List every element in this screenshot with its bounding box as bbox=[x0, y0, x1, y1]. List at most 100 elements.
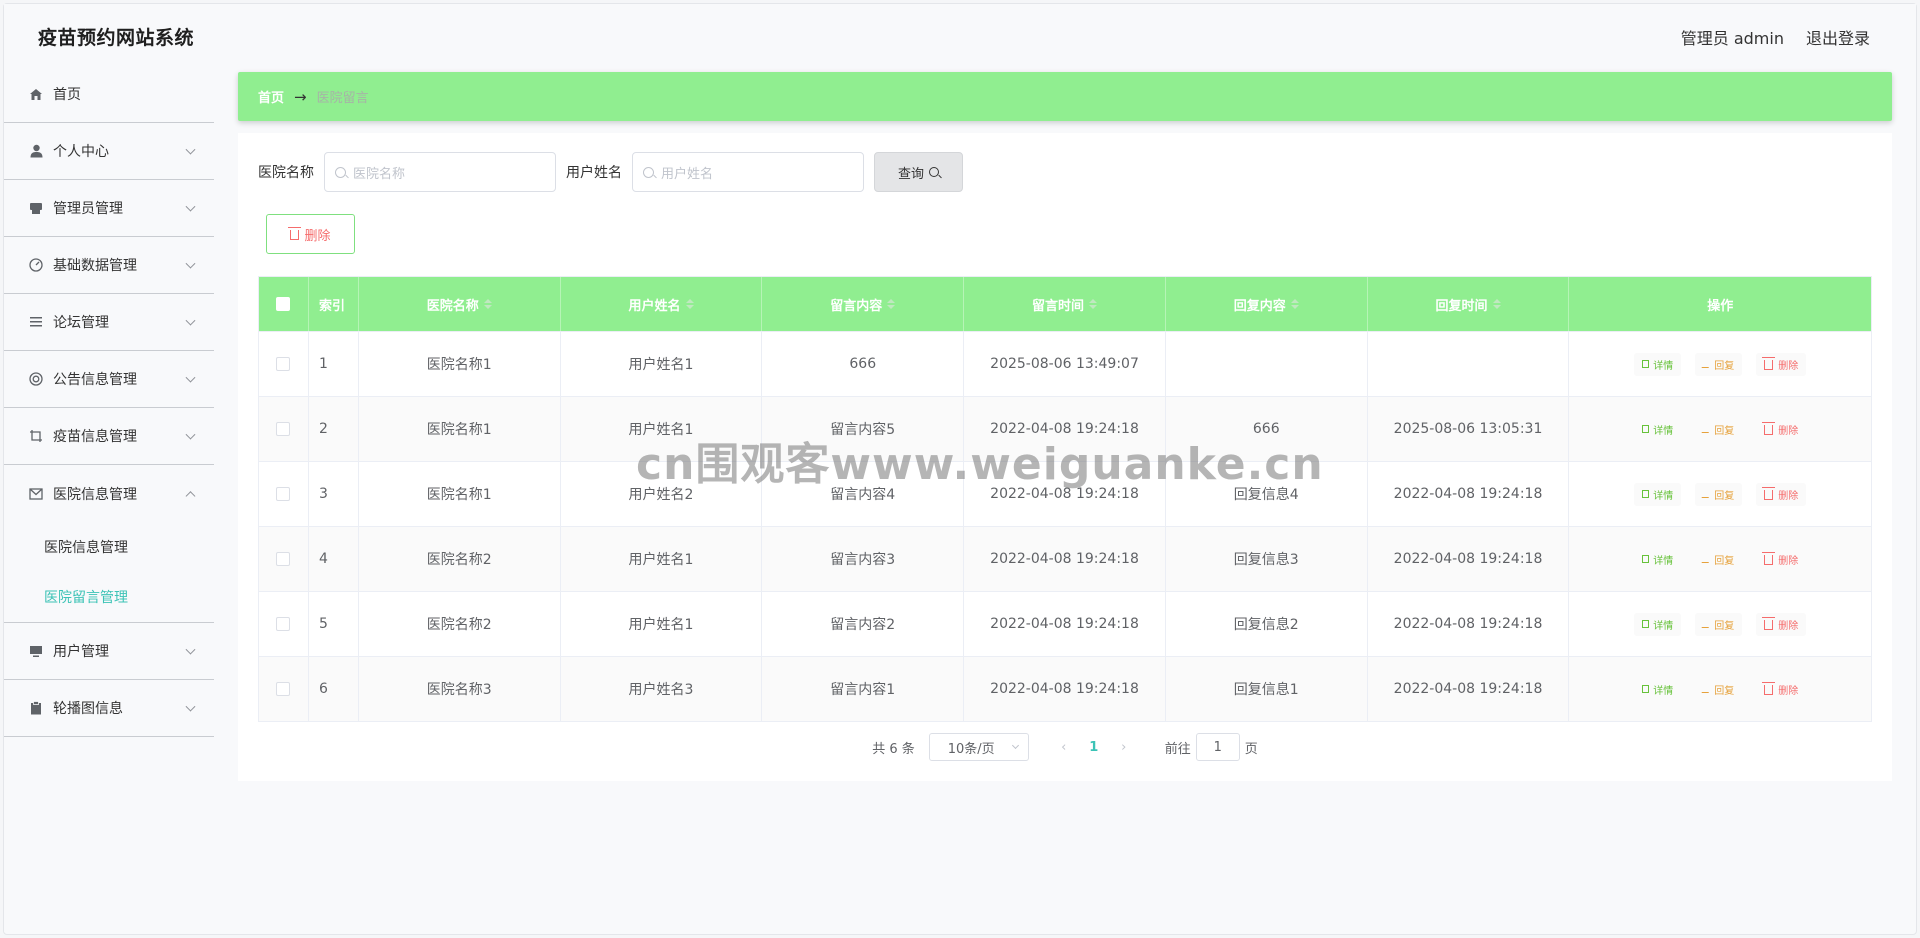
cell-index: 2 bbox=[309, 397, 359, 461]
sidebar-item-carousel[interactable]: 轮播图信息 bbox=[4, 680, 214, 737]
breadcrumb-current: 医院留言 bbox=[316, 91, 369, 106]
column-header[interactable]: 回复时间 bbox=[1368, 277, 1570, 331]
column-header[interactable]: 留言时间 bbox=[964, 277, 1166, 331]
gauge-icon bbox=[28, 257, 44, 273]
sidebar-item-announcement[interactable]: 公告信息管理 bbox=[4, 351, 214, 408]
main-panel: 医院名称 医院名称 用户姓名 用户姓名 查询 删除 索引 医院名称 用户姓名 留… bbox=[238, 133, 1892, 781]
hospital-name-input[interactable]: 医院名称 bbox=[324, 152, 556, 192]
sidebar-subitem-hospital-info[interactable]: 医院信息管理 bbox=[4, 522, 214, 572]
row-checkbox-cell bbox=[259, 462, 309, 526]
select-all-cell bbox=[259, 277, 309, 331]
prev-page-button[interactable]: ‹ bbox=[1049, 740, 1079, 755]
sidebar-item-admin-management[interactable]: 管理员管理 bbox=[4, 180, 214, 237]
cell-reply: 回复信息1 bbox=[1166, 657, 1368, 721]
sidebar-item-home[interactable]: 首页 bbox=[4, 66, 214, 123]
user-name-input[interactable]: 用户姓名 bbox=[632, 152, 864, 192]
column-header[interactable]: 医院名称 bbox=[359, 277, 561, 331]
current-user-label[interactable]: 管理员 admin bbox=[1681, 25, 1784, 49]
sidebar-item-forum[interactable]: 论坛管理 bbox=[4, 294, 214, 351]
detail-button[interactable]: 详情 bbox=[1634, 482, 1682, 506]
sidebar-item-users[interactable]: 用户管理 bbox=[4, 623, 214, 680]
cell-index: 3 bbox=[309, 462, 359, 526]
column-header-label: 留言时间 bbox=[1032, 298, 1085, 314]
reply-label: 回复 bbox=[1714, 620, 1735, 632]
breadcrumb-home[interactable]: 首页 bbox=[258, 87, 284, 106]
sidebar-subitem-hospital-messages[interactable]: 医院留言管理 bbox=[4, 572, 214, 622]
cell-time: 2022-04-08 19:24:18 bbox=[964, 462, 1166, 526]
cell-user: 用户姓名3 bbox=[561, 657, 763, 721]
cell-reply-time: 2025-08-06 13:05:31 bbox=[1368, 397, 1570, 461]
reply-button[interactable]: 回复 bbox=[1695, 677, 1743, 701]
cell-user: 用户姓名2 bbox=[561, 462, 763, 526]
reply-button[interactable]: 回复 bbox=[1695, 547, 1743, 571]
sidebar-item-label: 医院信息管理 bbox=[53, 486, 137, 503]
cell-user: 用户姓名1 bbox=[561, 592, 763, 656]
cell-reply-time: 2022-04-08 19:24:18 bbox=[1368, 527, 1570, 591]
reply-button[interactable]: 回复 bbox=[1695, 612, 1743, 636]
page-number-current[interactable]: 1 bbox=[1079, 740, 1109, 755]
batch-delete-button[interactable]: 删除 bbox=[266, 214, 355, 254]
detail-button[interactable]: 详情 bbox=[1634, 612, 1682, 636]
delete-button[interactable]: 删除 bbox=[1756, 547, 1807, 571]
sidebar-item-hospital-info[interactable]: 医院信息管理 bbox=[4, 465, 214, 522]
table-row: 3 医院名称1 用户姓名2 留言内容4 2022-04-08 19:24:18 回复信息4… bbox=[259, 461, 1871, 526]
monitor-icon bbox=[28, 643, 44, 659]
row-checkbox-cell bbox=[259, 657, 309, 721]
cell-reply-time bbox=[1368, 332, 1570, 396]
row-checkbox[interactable] bbox=[276, 357, 291, 371]
hospital-name-placeholder: 医院名称 bbox=[353, 166, 406, 182]
batch-delete-label: 删除 bbox=[304, 228, 331, 244]
reply-label: 回复 bbox=[1714, 425, 1735, 437]
sidebar-item-label: 公告信息管理 bbox=[53, 372, 137, 388]
query-button-label: 查询 bbox=[897, 166, 924, 182]
delete-button[interactable]: 删除 bbox=[1756, 352, 1807, 376]
user-name-label: 用户姓名 bbox=[566, 165, 622, 181]
next-page-button[interactable]: › bbox=[1109, 740, 1139, 755]
page-size-value: 10条/页 bbox=[947, 741, 995, 757]
delete-button[interactable]: 删除 bbox=[1756, 677, 1807, 701]
chevron-down-icon bbox=[185, 372, 196, 383]
query-button[interactable]: 查询 bbox=[874, 152, 963, 192]
detail-button[interactable]: 详情 bbox=[1634, 677, 1682, 701]
delete-button[interactable]: 删除 bbox=[1756, 612, 1807, 636]
column-header-label: 医院名称 bbox=[426, 298, 479, 314]
sidebar-item-personal-center[interactable]: 个人中心 bbox=[4, 123, 214, 180]
detail-button[interactable]: 详情 bbox=[1634, 417, 1682, 441]
reply-button[interactable]: 回复 bbox=[1695, 482, 1743, 506]
delete-button[interactable]: 删除 bbox=[1756, 417, 1807, 441]
cell-hospital: 医院名称2 bbox=[359, 527, 561, 591]
detail-button[interactable]: 详情 bbox=[1634, 352, 1682, 376]
page-size-select[interactable]: 10条/页 bbox=[928, 733, 1029, 761]
sidebar-item-basic-data[interactable]: 基础数据管理 bbox=[4, 237, 214, 294]
cell-reply-time: 2022-04-08 19:24:18 bbox=[1368, 462, 1570, 526]
document-icon bbox=[1642, 490, 1650, 498]
row-checkbox[interactable] bbox=[276, 552, 291, 566]
column-header[interactable]: 留言内容 bbox=[762, 277, 965, 331]
reply-button[interactable]: 回复 bbox=[1695, 417, 1743, 441]
document-icon bbox=[1642, 620, 1650, 628]
column-header[interactable]: 回复内容 bbox=[1166, 277, 1368, 331]
row-checkbox[interactable] bbox=[276, 487, 291, 501]
chevron-up-icon bbox=[185, 490, 196, 501]
cell-operations: 详情 回复 删除 bbox=[1569, 657, 1871, 721]
row-checkbox[interactable] bbox=[276, 617, 291, 631]
sidebar-submenu-hospital: 医院信息管理 医院留言管理 bbox=[4, 522, 214, 623]
column-header-label: 留言内容 bbox=[830, 298, 883, 314]
column-header[interactable]: 用户姓名 bbox=[561, 277, 763, 331]
reply-button[interactable]: 回复 bbox=[1695, 352, 1743, 376]
chevron-down-icon bbox=[185, 315, 196, 326]
delete-button[interactable]: 删除 bbox=[1756, 482, 1807, 506]
row-checkbox[interactable] bbox=[276, 682, 291, 696]
logout-link[interactable]: 退出登录 bbox=[1806, 25, 1870, 49]
cell-user: 用户姓名1 bbox=[561, 397, 763, 461]
sidebar-item-label: 用户管理 bbox=[53, 644, 109, 660]
goto-page-input[interactable]: 1 bbox=[1195, 733, 1240, 761]
row-checkbox[interactable] bbox=[276, 422, 291, 436]
trash-icon bbox=[1762, 487, 1776, 500]
sidebar-item-vaccine[interactable]: 疫苗信息管理 bbox=[4, 408, 214, 465]
list-icon bbox=[28, 314, 44, 330]
select-all-checkbox[interactable] bbox=[276, 297, 291, 311]
cell-operations: 详情 回复 删除 bbox=[1569, 527, 1871, 591]
detail-button[interactable]: 详情 bbox=[1634, 547, 1682, 571]
document-icon bbox=[1642, 425, 1650, 433]
